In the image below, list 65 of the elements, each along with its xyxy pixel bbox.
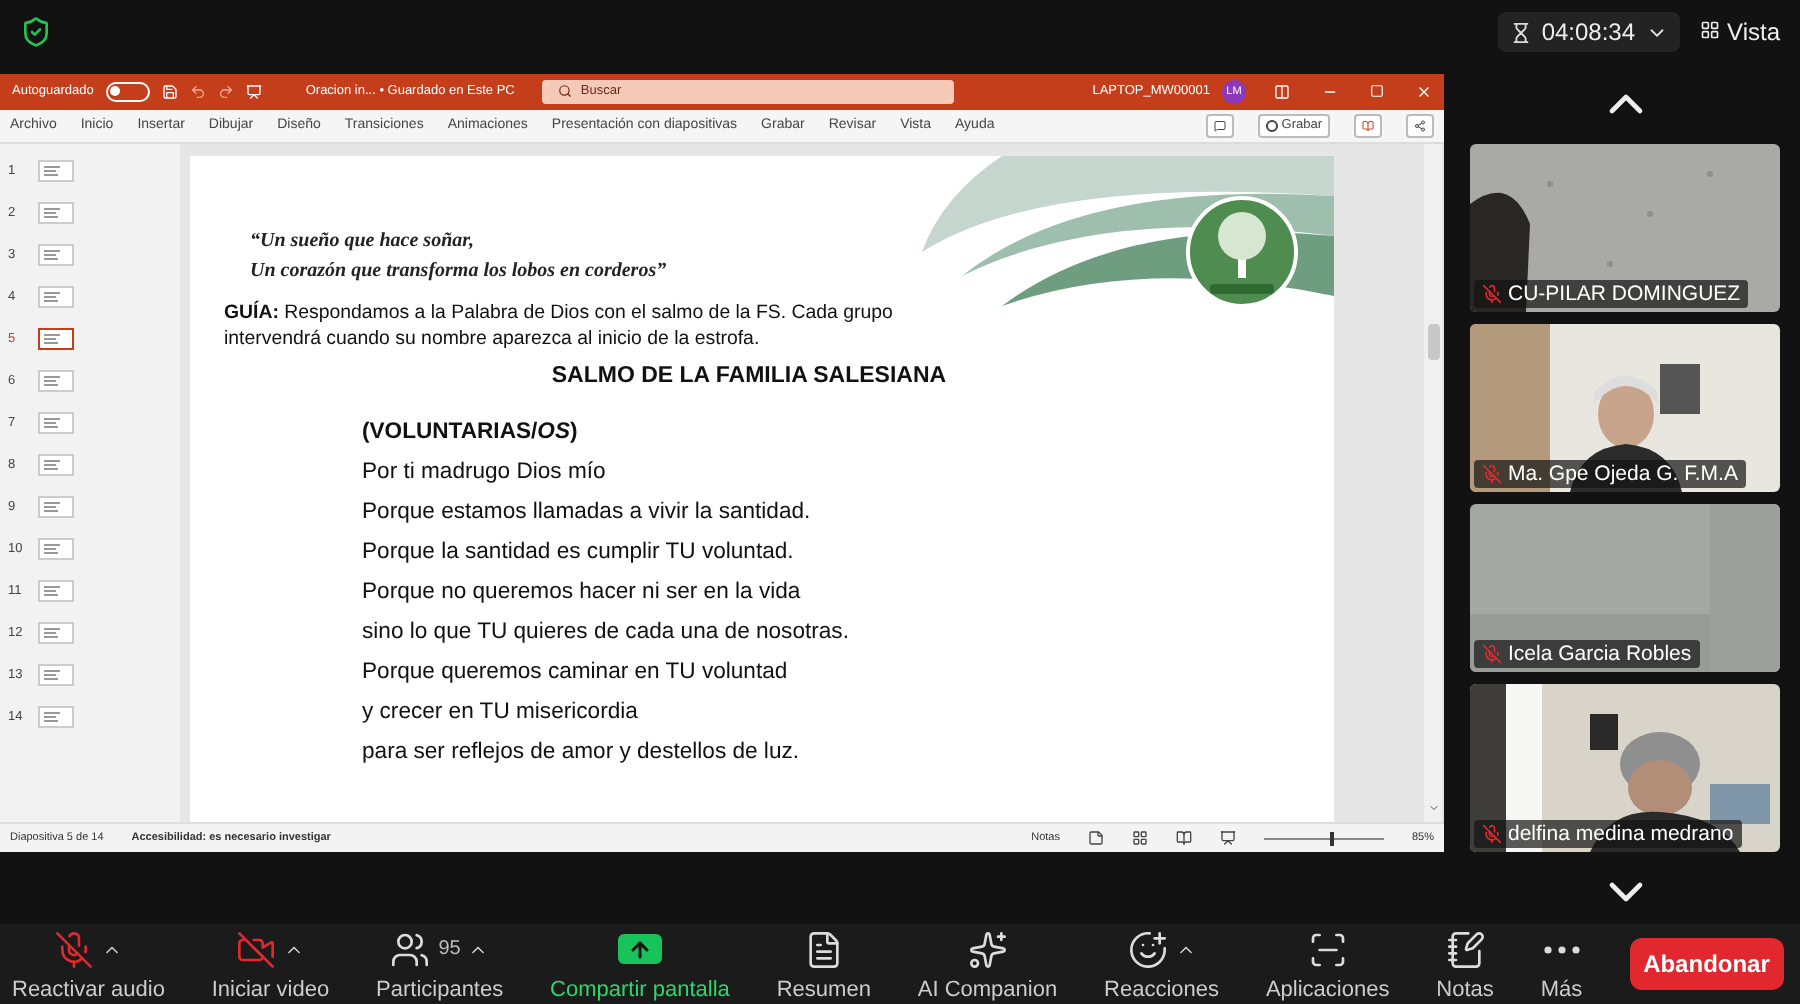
toolbar-button[interactable]: Aplicaciones: [1265, 927, 1390, 1001]
notebook-icon: [1445, 929, 1486, 969]
psalm-line: para ser reflejos de amor y destellos de luz.: [362, 738, 802, 769]
toolbar-button[interactable]: Más: [1540, 927, 1583, 1001]
normal-view-icon[interactable]: [1087, 830, 1104, 847]
psalm-line: Porque la santidad es cumplir TU voluntad.: [362, 538, 796, 569]
toolbar-button[interactable]: 95 Participantes: [376, 927, 504, 1001]
toolbar-button[interactable]: Compartir pantalla: [550, 927, 730, 1001]
leave-button[interactable]: Abandonar: [1629, 938, 1784, 990]
comments-button[interactable]: [1205, 113, 1234, 138]
psalm-line: sino lo que TU quieres de cada una de nosotras.: [362, 618, 851, 649]
quote-line: Un corazón que transforma los lobos en corderos”: [250, 258, 667, 287]
present-icon: [1362, 119, 1374, 132]
scroll-bar[interactable]: [1424, 144, 1442, 823]
present-button[interactable]: [1354, 113, 1382, 138]
view-button[interactable]: Vista: [1699, 18, 1780, 46]
participant-name: CU-PILAR DOMINGUEZ: [1508, 282, 1741, 306]
psalm-line: Por ti madrugo Dios mío: [362, 458, 608, 489]
close-icon[interactable]: [1416, 83, 1432, 100]
search-icon: [558, 84, 573, 99]
shield-icon: [20, 16, 52, 48]
share-screen-icon: [617, 934, 662, 964]
share-icon: [1414, 119, 1426, 132]
toolbar-button[interactable]: Reacciones: [1104, 927, 1220, 1001]
redo-icon[interactable]: [217, 83, 234, 100]
participant-name: Ma. Gpe Ojeda G. F.M.A: [1508, 462, 1738, 486]
grid-icon: [1699, 20, 1720, 40]
participant-name: delfina medina medrano: [1508, 822, 1734, 846]
ribbon-display-icon[interactable]: [1274, 83, 1290, 100]
reading-view-icon[interactable]: [1175, 830, 1192, 847]
psalm-line: Porque estamos llamadas a vivir la santidad.: [362, 498, 813, 529]
hourglass-icon: [1509, 21, 1532, 43]
more-icon: [1543, 945, 1580, 953]
smiley-icon: [1127, 929, 1168, 969]
toolbar-button[interactable]: Resumen: [776, 927, 871, 1001]
psalm-line: Porque queremos caminar en TU voluntad: [362, 658, 790, 689]
toolbar-button[interactable]: AI Companion: [917, 927, 1058, 1001]
toolbar-button[interactable]: Iniciar video: [211, 927, 330, 1001]
group-label: (VOLUNTARIAS/OS): [362, 418, 580, 449]
muted-microphone-icon: [54, 929, 95, 969]
meeting-timer[interactable]: 04:08:34: [1497, 12, 1680, 52]
people-icon: [390, 929, 431, 969]
video-off-icon: [236, 929, 277, 969]
undo-icon[interactable]: [189, 83, 206, 100]
psalm-line: y crecer en TU misericordia: [362, 698, 640, 729]
participant-name: Icela Garcia Robles: [1508, 642, 1692, 666]
autosave-toggle[interactable]: [105, 81, 150, 102]
psalm-line: Porque no queremos hacer ni ser en la vida: [362, 578, 803, 609]
guide-paragraph: GUÍA: Respondamos a la Palabra de Dios con el salmo de la FS. Cada grupo intervendrá cuando su nombre aparezca al inicio de la estrofa.: [224, 302, 895, 353]
quote-line: “Un sueño que hace soñar,: [250, 228, 476, 257]
apps-icon: [1307, 929, 1348, 969]
slide-thumbnail[interactable]: [38, 327, 74, 350]
slide-heading: SALMO DE LA FAMILIA SALESIANA: [551, 364, 947, 389]
maximize-icon[interactable]: [1370, 84, 1384, 99]
comment-icon: [1213, 119, 1226, 132]
slideshow-icon[interactable]: [1219, 830, 1236, 847]
participant-count: 95: [438, 938, 461, 960]
share-button[interactable]: [1406, 113, 1434, 138]
sparkle-icon: [967, 929, 1008, 969]
toolbar-button[interactable]: Reactivar audio: [12, 927, 165, 1001]
document-icon: [803, 929, 844, 969]
presentation-icon[interactable]: [245, 83, 262, 100]
sorter-view-icon[interactable]: [1131, 830, 1148, 847]
save-icon[interactable]: [161, 83, 178, 100]
toolbar-button[interactable]: Notas: [1436, 927, 1494, 1001]
